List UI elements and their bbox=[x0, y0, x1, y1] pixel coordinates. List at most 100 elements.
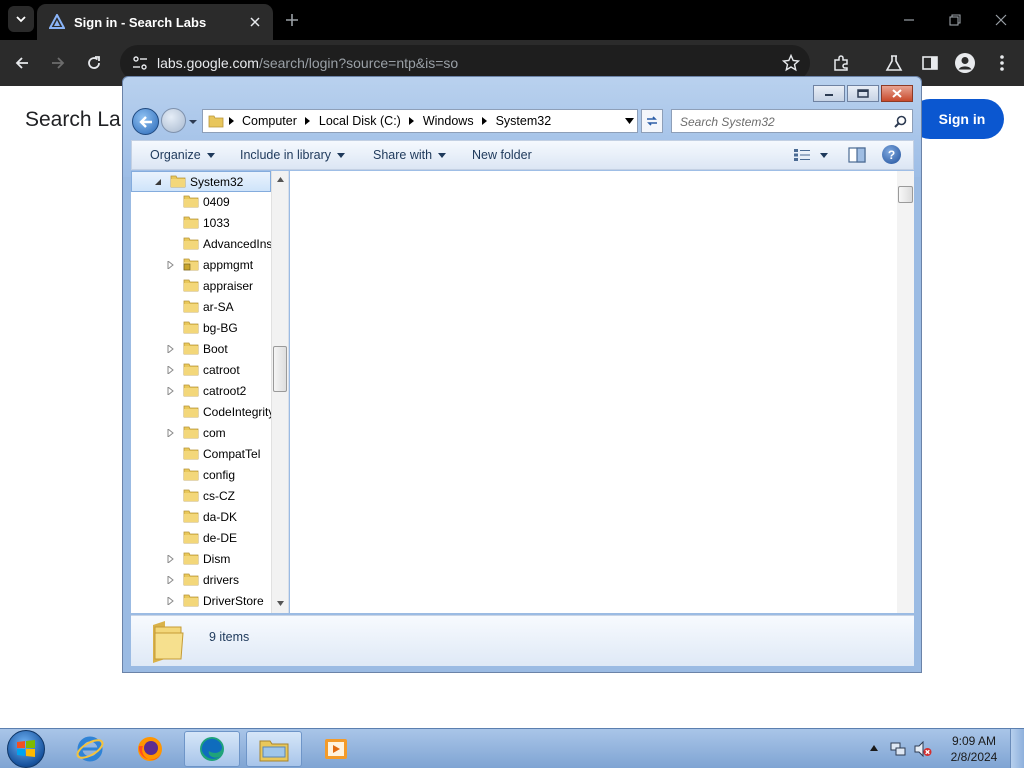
taskbar-internet-explorer[interactable] bbox=[62, 731, 118, 767]
tree-expand-icon[interactable] bbox=[167, 387, 175, 395]
show-hidden-icons[interactable] bbox=[870, 745, 878, 751]
tab-close-button[interactable] bbox=[246, 13, 264, 31]
breadcrumb-local-disk[interactable]: Local Disk (C:) bbox=[315, 114, 405, 128]
tree-item[interactable]: AdvancedInstallers bbox=[131, 234, 271, 255]
scroll-up-icon[interactable] bbox=[277, 177, 284, 182]
reload-button[interactable] bbox=[81, 50, 107, 76]
preview-pane-icon[interactable] bbox=[848, 147, 866, 163]
browser-minimize-button[interactable] bbox=[894, 6, 924, 34]
new-tab-button[interactable] bbox=[281, 9, 303, 31]
breadcrumb-separator[interactable] bbox=[301, 117, 315, 125]
tree-item[interactable]: config bbox=[131, 465, 271, 486]
sign-in-button[interactable]: Sign in bbox=[910, 99, 1004, 139]
tree-item[interactable]: cs-CZ bbox=[131, 486, 271, 507]
minimize-button[interactable] bbox=[813, 85, 845, 102]
locked-folder-icon bbox=[183, 258, 199, 271]
refresh-icon bbox=[647, 116, 657, 126]
tree-item[interactable]: Dism bbox=[131, 549, 271, 570]
firefox-icon bbox=[138, 737, 162, 761]
browser-close-button[interactable] bbox=[986, 6, 1016, 34]
breadcrumb-separator[interactable] bbox=[478, 117, 492, 125]
taskbar-file-explorer[interactable] bbox=[246, 731, 302, 767]
tree-expand-icon[interactable] bbox=[167, 261, 175, 269]
extensions-button[interactable] bbox=[828, 50, 854, 76]
volume-muted-icon[interactable] bbox=[914, 741, 932, 757]
tree-item[interactable]: 0409 bbox=[131, 192, 271, 213]
new-folder-button[interactable]: New folder bbox=[472, 148, 532, 162]
tree-item[interactable]: de-DE bbox=[131, 528, 271, 549]
network-icon[interactable] bbox=[890, 741, 906, 757]
file-list-scrollbar[interactable] bbox=[897, 171, 914, 613]
tree-item[interactable]: DriverStore bbox=[131, 591, 271, 612]
explorer-forward-button[interactable] bbox=[161, 108, 186, 133]
views-icon[interactable] bbox=[794, 149, 810, 161]
help-button[interactable]: ? bbox=[882, 145, 901, 164]
breadcrumb-separator[interactable] bbox=[405, 117, 419, 125]
breadcrumb-separator[interactable] bbox=[224, 117, 238, 125]
tree-expand-icon[interactable] bbox=[167, 597, 175, 605]
organize-menu[interactable]: Organize bbox=[150, 148, 215, 162]
tree-item[interactable]: ar-SA bbox=[131, 297, 271, 318]
tree-expand-icon[interactable] bbox=[167, 576, 175, 584]
profile-button[interactable] bbox=[952, 50, 978, 76]
tree-item[interactable]: CodeIntegrity bbox=[131, 402, 271, 423]
scrollbar-thumb[interactable] bbox=[898, 186, 913, 203]
chevron-down-icon[interactable] bbox=[625, 118, 634, 124]
forward-button[interactable] bbox=[45, 50, 71, 76]
tree-item[interactable]: drivers bbox=[131, 570, 271, 591]
explorer-search-box[interactable]: Search System32 bbox=[671, 109, 913, 133]
file-list-pane[interactable] bbox=[290, 171, 914, 613]
system-clock[interactable]: 9:09 AM 2/8/2024 bbox=[944, 733, 1004, 765]
tree-expand-icon[interactable] bbox=[167, 555, 175, 563]
tree-item-label: CodeIntegrity bbox=[203, 405, 271, 419]
tree-item[interactable]: appraiser bbox=[131, 276, 271, 297]
tree-item[interactable]: da-DK bbox=[131, 507, 271, 528]
tree-item-label: appmgmt bbox=[203, 258, 254, 272]
tree-item[interactable]: com bbox=[131, 423, 271, 444]
tree-expand-icon[interactable] bbox=[167, 345, 175, 353]
close-button[interactable] bbox=[881, 85, 913, 102]
folder-icon bbox=[183, 237, 199, 250]
scroll-down-icon[interactable] bbox=[277, 601, 284, 606]
breadcrumb-windows[interactable]: Windows bbox=[419, 114, 478, 128]
tree-item[interactable]: catroot bbox=[131, 360, 271, 381]
chevron-right-icon bbox=[409, 117, 415, 125]
browser-tab[interactable]: Sign in - Search Labs bbox=[37, 4, 273, 40]
tree-item-label: catroot2 bbox=[203, 384, 247, 398]
browser-restore-button[interactable] bbox=[940, 6, 970, 34]
explorer-address-bar[interactable]: Computer Local Disk (C:) Windows System3… bbox=[202, 109, 638, 133]
tree-item[interactable]: appmgmt bbox=[131, 255, 271, 276]
share-with-menu[interactable]: Share with bbox=[373, 148, 447, 162]
tree-item[interactable]: catroot2 bbox=[131, 381, 271, 402]
recent-pages-icon[interactable] bbox=[188, 117, 198, 127]
menu-button[interactable] bbox=[989, 50, 1015, 76]
breadcrumb-computer[interactable]: Computer bbox=[238, 114, 301, 128]
navigation-scrollbar[interactable] bbox=[271, 171, 288, 613]
chevron-down-icon[interactable] bbox=[820, 153, 828, 158]
scrollbar-thumb[interactable] bbox=[273, 346, 287, 392]
labs-button[interactable] bbox=[881, 50, 907, 76]
tree-item[interactable]: bg-BG bbox=[131, 318, 271, 339]
taskbar-edge[interactable] bbox=[184, 731, 240, 767]
taskbar-firefox[interactable] bbox=[122, 731, 178, 767]
side-panel-button[interactable] bbox=[917, 50, 943, 76]
explorer-back-button[interactable] bbox=[132, 108, 159, 135]
tree-item-selected[interactable]: System32 bbox=[131, 171, 271, 192]
maximize-button[interactable] bbox=[847, 85, 879, 102]
tab-search-button[interactable] bbox=[8, 6, 34, 32]
start-button[interactable] bbox=[7, 730, 45, 768]
tree-collapse-icon[interactable] bbox=[154, 178, 162, 186]
refresh-button[interactable] bbox=[641, 109, 663, 133]
tree-expand-icon[interactable] bbox=[167, 429, 175, 437]
side-panel-icon bbox=[922, 56, 938, 70]
back-button[interactable] bbox=[9, 50, 35, 76]
tree-item[interactable]: CompatTel bbox=[131, 444, 271, 465]
show-desktop-button[interactable] bbox=[1010, 729, 1024, 768]
taskbar-media-player[interactable] bbox=[308, 731, 364, 767]
tree-item[interactable]: Boot bbox=[131, 339, 271, 360]
tree-item[interactable]: 1033 bbox=[131, 213, 271, 234]
breadcrumb-system32[interactable]: System32 bbox=[492, 114, 556, 128]
include-in-library-menu[interactable]: Include in library bbox=[240, 148, 346, 162]
bookmark-star-icon[interactable] bbox=[782, 54, 800, 72]
tree-expand-icon[interactable] bbox=[167, 366, 175, 374]
